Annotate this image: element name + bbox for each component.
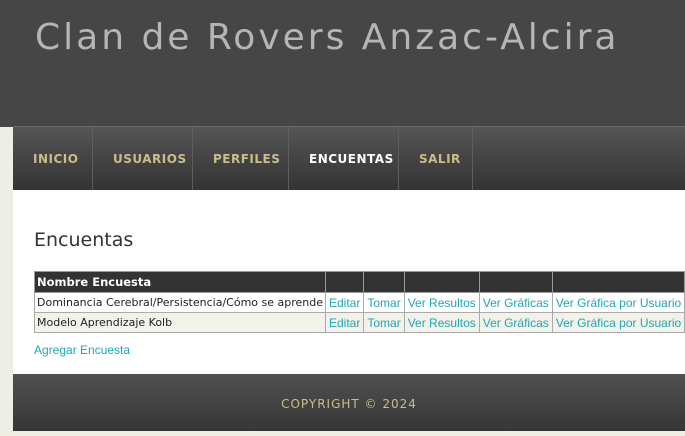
column-header-edit <box>324 271 365 293</box>
take-link[interactable]: Tomar <box>367 296 400 310</box>
site-footer: COPYRIGHT © 2024 <box>13 374 685 431</box>
edit-link[interactable]: Editar <box>329 316 360 330</box>
take-link[interactable]: Tomar <box>367 316 400 330</box>
table-header-row: Nombre Encuesta <box>34 271 685 293</box>
nav-item-inicio[interactable]: INICIO <box>13 127 93 191</box>
edit-cell: Editar <box>324 312 365 333</box>
add-survey-link[interactable]: Agregar Encuesta <box>34 343 130 357</box>
page-title: Encuentas <box>34 229 134 251</box>
nav-item-encuentas[interactable]: ENCUENTAS <box>289 127 399 191</box>
charts-cell: Ver Gráficas <box>478 292 553 313</box>
results-cell: Ver Resultos <box>403 292 480 313</box>
view-user-chart-link[interactable]: Ver Gráfica por Usuario <box>556 316 681 330</box>
view-results-link[interactable]: Ver Resultos <box>408 316 476 330</box>
take-cell: Tomar <box>363 292 405 313</box>
view-results-link[interactable]: Ver Resultos <box>408 296 476 310</box>
table-row: Modelo Aprendizaje Kolb Editar Tomar Ver… <box>34 312 685 333</box>
results-cell: Ver Resultos <box>403 312 480 333</box>
main-nav: INICIO USUARIOS PERFILES ENCUENTAS SALIR <box>13 126 685 191</box>
user-chart-cell: Ver Gráfica por Usuario <box>551 312 685 333</box>
survey-name: Dominancia Cerebral/Persistencia/Cómo se… <box>34 292 326 313</box>
column-header-charts <box>478 271 553 293</box>
view-charts-link[interactable]: Ver Gráficas <box>483 296 549 310</box>
surveys-table: Nombre Encuesta Dominancia Cerebral/Pers… <box>34 271 685 333</box>
site-title: Clan de Rovers Anzac-Alcira <box>35 17 620 58</box>
nav-item-usuarios[interactable]: USUARIOS <box>93 127 193 191</box>
column-header-user-chart <box>551 271 685 293</box>
user-chart-cell: Ver Gráfica por Usuario <box>551 292 685 313</box>
take-cell: Tomar <box>363 312 405 333</box>
nav-item-salir[interactable]: SALIR <box>399 127 473 191</box>
charts-cell: Ver Gráficas <box>478 312 553 333</box>
site-header: Clan de Rovers Anzac-Alcira <box>0 0 685 127</box>
edit-link[interactable]: Editar <box>329 296 360 310</box>
view-charts-link[interactable]: Ver Gráficas <box>483 316 549 330</box>
column-header-take <box>363 271 405 293</box>
column-header-name: Nombre Encuesta <box>34 271 326 293</box>
column-header-results <box>403 271 480 293</box>
nav-item-perfiles[interactable]: PERFILES <box>193 127 289 191</box>
survey-name: Modelo Aprendizaje Kolb <box>34 312 326 333</box>
main-content: Encuentas Nombre Encuesta Dominancia Cer… <box>13 190 685 374</box>
copyright-text: COPYRIGHT © 2024 <box>281 397 417 411</box>
table-row: Dominancia Cerebral/Persistencia/Cómo se… <box>34 292 685 313</box>
edit-cell: Editar <box>324 292 365 313</box>
view-user-chart-link[interactable]: Ver Gráfica por Usuario <box>556 296 681 310</box>
